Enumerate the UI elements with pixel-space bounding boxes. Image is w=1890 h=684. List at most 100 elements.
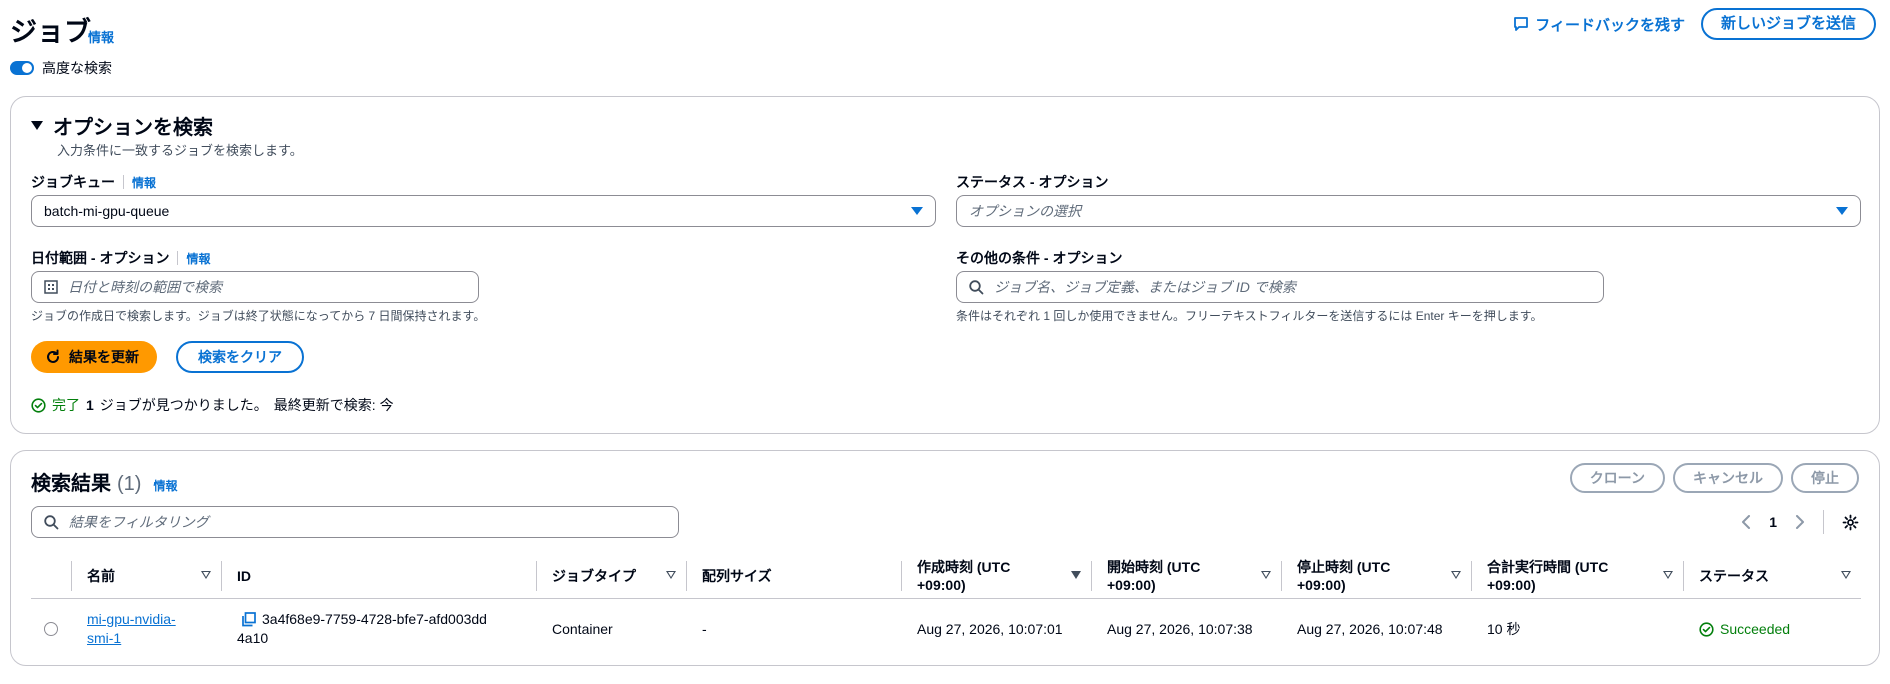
table-row[interactable]: mi-gpu-nvidia-smi-1 3a4f68e9-7759-4728-b… [31,599,1861,659]
job-name-line2: smi-1 [87,630,122,646]
column-stopped-line2: +09:00) [1297,577,1346,593]
sort-icon [1261,571,1271,579]
title-info-link[interactable]: 情報 [88,27,114,46]
column-status-label: ステータス [1699,568,1769,584]
refresh-results-label: 結果を更新 [69,349,139,365]
cell-created: Aug 27, 2026, 10:07:01 [917,620,1063,637]
job-name-link[interactable]: mi-gpu-nvidia-smi-1 [87,610,176,648]
column-name[interactable]: 名前 [71,553,221,599]
advanced-search-toggle[interactable] [10,61,34,75]
other-criteria-input[interactable]: ジョブ名、ジョブ定義、またはジョブ ID で検索 [956,271,1604,303]
column-started-line1: 開始時刻 (UTC [1107,559,1201,575]
results-count: (1) [117,473,142,495]
results-info-link[interactable]: 情報 [153,477,177,494]
other-criteria-hint: 条件はそれぞれ 1 回しか使用できません。フリーテキストフィルターを送信するには… [956,309,1543,323]
cell-array-size: - [702,620,707,637]
column-stopped-label: 停止時刻 (UTC +09:00) [1297,558,1390,594]
column-created-line1: 作成時刻 (UTC [917,559,1011,575]
results-actions: クローン キャンセル 停止 [1569,463,1859,493]
submit-job-button[interactable]: 新しいジョブを送信 [1700,8,1876,40]
cell-status: Succeeded [1683,599,1861,659]
refresh-icon [47,349,59,363]
job-queue-info-link[interactable]: 情報 [132,174,156,191]
row-select-cell [31,599,71,659]
results-title: 検索結果 [31,473,111,495]
results-filter-input[interactable]: 結果をフィルタリング [31,506,679,538]
column-total-line2: +09:00) [1487,577,1536,593]
chevron-right-icon[interactable] [1795,515,1805,529]
label-divider [123,175,124,189]
column-status[interactable]: ステータス [1683,553,1861,599]
row-radio[interactable] [44,622,58,636]
found-text: ジョブが見つかりました。 [99,397,268,413]
current-page[interactable]: 1 [1769,514,1777,530]
job-name-line1: mi-gpu-nvidia- [87,611,176,627]
status-placeholder: オプションの選択 [969,203,1081,219]
status-text: Succeeded [1720,620,1791,637]
check-circle-icon [1699,621,1714,637]
date-range-label-text: 日付範囲 - オプション [31,250,170,266]
search-icon [44,514,59,530]
other-criteria-placeholder: ジョブ名、ジョブ定義、またはジョブ ID で検索 [994,279,1296,295]
column-started-label: 開始時刻 (UTC +09:00) [1107,558,1200,594]
job-id-first-line: 3a4f68e9-7759-4728-bfe7-afd003dd [237,610,487,629]
date-range-input[interactable]: 日付と時刻の範囲で検索 [31,271,479,303]
column-total-runtime[interactable]: 合計実行時間 (UTC +09:00) [1471,553,1683,599]
search-results-panel: 検索結果 (1) 情報 クローン キャンセル 停止 結果をフィルタリング 1 名… [10,450,1880,666]
cell-started: Aug 27, 2026, 10:07:38 [1107,620,1253,637]
check-circle-icon [31,397,46,413]
found-count: 1 [86,397,94,413]
clone-button[interactable]: クローン [1569,463,1665,493]
column-stopped-line1: 停止時刻 (UTC [1297,559,1391,575]
sort-icon [1841,571,1851,579]
column-stopped[interactable]: 停止時刻 (UTC +09:00) [1281,553,1471,599]
cell-name: mi-gpu-nvidia-smi-1 [71,599,221,659]
pager-divider [1823,510,1824,534]
header-actions: フィードバックを残す 新しいジョブを送信 [1513,8,1876,40]
clear-search-button[interactable]: 検索をクリア [176,341,304,373]
column-id-label: ID [237,568,251,584]
other-criteria-label: その他の条件 - オプション [956,248,1122,268]
column-id: ID [221,553,536,599]
search-options-header[interactable]: オプションを検索 [31,111,213,140]
date-range-placeholder: 日付と時刻の範囲で検索 [68,279,222,295]
status-badge: Succeeded [1699,620,1790,639]
calendar-icon [44,280,58,294]
column-started-line2: +09:00) [1107,577,1156,593]
date-range-info-link[interactable]: 情報 [186,250,210,267]
gear-icon[interactable] [1842,514,1859,531]
job-queue-select[interactable]: batch-mi-gpu-queue [31,195,936,227]
caret-down-icon [911,207,923,215]
column-total-line1: 合計実行時間 (UTC [1487,559,1609,575]
other-criteria-label-text: その他の条件 - オプション [956,250,1123,266]
column-created[interactable]: 作成時刻 (UTC +09:00) [901,553,1091,599]
column-job-type-label: ジョブタイプ [552,568,636,584]
caret-down-icon [1836,207,1848,215]
caret-down-icon [31,121,43,130]
stop-job-button[interactable]: 停止 [1791,463,1859,493]
job-id: 3a4f68e9-7759-4728-bfe7-afd003dd 4a10 [237,610,487,648]
column-started[interactable]: 開始時刻 (UTC +09:00) [1091,553,1281,599]
search-options-description: 入力条件に一致するジョブを検索します。 [57,143,303,158]
column-job-type[interactable]: ジョブタイプ [536,553,686,599]
status-label-text: ステータス - オプション [956,174,1109,190]
speech-bubble-icon [1514,17,1529,31]
job-id-line1: 3a4f68e9-7759-4728-bfe7-afd003dd [262,611,487,627]
search-options-panel: オプションを検索 入力条件に一致するジョブを検索します。 ジョブキュー 情報 b… [10,96,1880,434]
status-select[interactable]: オプションの選択 [956,195,1861,227]
advanced-search-label: 高度な検索 [42,60,112,76]
results-header: 検索結果 (1) 情報 [31,467,177,496]
job-queue-label: ジョブキュー 情報 [31,172,156,192]
job-id-line2: 4a10 [237,630,269,646]
refresh-results-button[interactable]: 結果を更新 [31,341,157,373]
table-header: 名前 ID ジョブタイプ 配列サイズ 作成時刻 (UTC +09:00) 開始時… [31,553,1861,599]
sort-icon [1451,571,1461,579]
cancel-job-button[interactable]: キャンセル [1673,463,1783,493]
search-state: 完了 [52,397,80,413]
column-array-size-label: 配列サイズ [702,568,772,584]
chevron-left-icon[interactable] [1741,515,1751,529]
column-name-label: 名前 [87,568,115,584]
feedback-link[interactable]: フィードバックを残す [1513,14,1685,35]
copy-icon[interactable] [241,612,256,627]
search-status: 完了 1 ジョブが見つかりました。 最終更新で検索: 今 [31,395,394,415]
